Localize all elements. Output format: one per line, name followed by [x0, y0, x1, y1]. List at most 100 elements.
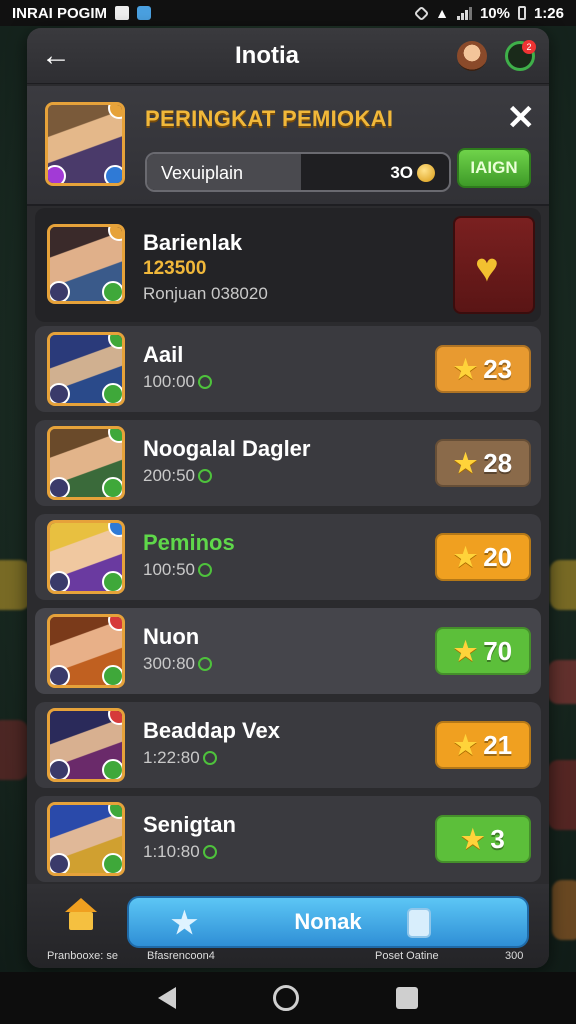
- card-icon: [407, 908, 431, 938]
- player-stats: 100:00: [143, 372, 212, 392]
- score-value: 70: [483, 635, 513, 666]
- battery-icon: [517, 6, 526, 20]
- reward-box[interactable]: ♥: [453, 216, 535, 314]
- class-badge: [50, 665, 70, 685]
- signal-icon: [456, 6, 472, 20]
- leaderboard-row[interactable]: Peminos 100:50 ★ 20: [35, 514, 541, 600]
- element-badge: [102, 571, 122, 591]
- leaderboard-row[interactable]: Senigtan 1:10:80 ★ 3: [35, 796, 541, 882]
- background-block: [552, 880, 576, 940]
- score-value: 20: [483, 541, 513, 572]
- star-icon: ★: [453, 635, 478, 666]
- score-button[interactable]: ★ 3: [435, 815, 531, 863]
- clock: 1:26: [533, 4, 564, 22]
- score-button[interactable]: ★ 21: [435, 721, 531, 769]
- search-value-group: 3O: [390, 163, 435, 183]
- star-icon: ★: [453, 541, 478, 572]
- player-avatar[interactable]: [47, 802, 125, 876]
- carrier-label: INRAI POGIM: [12, 4, 108, 22]
- bottom-label: 300: [505, 950, 524, 962]
- home-icon[interactable]: [61, 898, 101, 934]
- score-button[interactable]: ★ 23: [435, 345, 531, 393]
- gem-icon: [202, 845, 217, 859]
- battery-level: 10%: [479, 4, 510, 22]
- score-value: 28: [483, 447, 513, 478]
- player-stats: 1:22:80: [143, 748, 217, 768]
- chat-icon[interactable]: 2: [505, 39, 536, 71]
- page-title: Inotia: [235, 41, 299, 69]
- leaderboard-row[interactable]: Barienlak 123500 Ronjuan 038020 ♥: [35, 208, 541, 322]
- character-icon[interactable]: [457, 40, 487, 71]
- close-icon[interactable]: ✕: [507, 98, 536, 138]
- heart-icon: ♥: [475, 246, 499, 290]
- leaderboard-header: PERINGKAT PEMIOKAI ✕ Vexuiplain 3O: [27, 86, 549, 206]
- star-icon: ★: [461, 823, 485, 854]
- player-name: Barienlak: [143, 230, 243, 255]
- score-button[interactable]: ★ 70: [435, 627, 531, 675]
- search-input[interactable]: Vexuiplain 3O: [145, 152, 451, 192]
- player-name: Peminos: [143, 530, 235, 555]
- player-avatar[interactable]: [47, 426, 125, 500]
- background-block: [0, 720, 28, 780]
- arrow-left-icon[interactable]: ←: [41, 40, 77, 71]
- class-badge: [50, 759, 70, 779]
- score-button[interactable]: ★ 20: [435, 533, 531, 581]
- chat-badge: 2: [522, 39, 536, 54]
- background-block: [550, 560, 576, 610]
- element-badge: [102, 665, 122, 685]
- star-icon: ★: [171, 907, 198, 940]
- class-badge: [48, 165, 66, 183]
- system-nav-bar: [0, 972, 576, 1024]
- top-bar: ← Inotia 2: [27, 28, 549, 84]
- player-stats: 200:50: [143, 466, 212, 486]
- nav-home-icon[interactable]: [272, 985, 299, 1011]
- background-block: [0, 560, 30, 610]
- nfc-icon: [413, 5, 430, 21]
- player-stats: 100:50: [143, 560, 212, 580]
- main-action-label: Nonak: [294, 909, 362, 934]
- leaderboard-row[interactable]: Aail 100:00 ★ 23: [35, 326, 541, 412]
- score-value: 21: [483, 729, 513, 760]
- leaderboard-row[interactable]: Beaddap Vex 1:22:80 ★ 21: [35, 702, 541, 788]
- star-icon: ★: [453, 447, 478, 478]
- player-stat-value: 200:50: [143, 466, 195, 485]
- search-value: 3O: [390, 163, 413, 182]
- star-icon: ★: [453, 729, 478, 760]
- image-icon: [115, 6, 130, 20]
- player-name: Aail: [143, 342, 184, 367]
- player-avatar[interactable]: [47, 614, 125, 688]
- player-stat-value: 1:22:80: [143, 748, 200, 767]
- leaderboard-row[interactable]: Noogalal Dagler 200:50 ★ 28: [35, 420, 541, 506]
- player-stat-value: 1:10:80: [143, 842, 200, 861]
- gem-icon: [198, 657, 212, 671]
- element-badge: [102, 281, 122, 301]
- gem-icon: [198, 563, 212, 577]
- main-action-button[interactable]: ★ Nonak: [127, 896, 529, 948]
- go-button[interactable]: IAIGN: [457, 148, 531, 188]
- leaderboard-row[interactable]: Nuon 300:80 ★ 70: [35, 608, 541, 694]
- element-badge: [102, 853, 122, 873]
- player-avatar[interactable]: [45, 102, 125, 186]
- background-block: [548, 760, 576, 830]
- player-avatar[interactable]: [47, 332, 125, 406]
- player-avatar[interactable]: [47, 520, 125, 594]
- score-button[interactable]: ★ 28: [435, 439, 531, 487]
- player-name: Senigtan: [143, 812, 236, 837]
- class-badge: [50, 477, 70, 497]
- gem-icon: [198, 375, 212, 389]
- coin-icon: [417, 164, 435, 182]
- nav-back-icon[interactable]: [158, 987, 177, 1009]
- player-stat-value: 100:00: [143, 372, 195, 391]
- player-stats: Ronjuan 038020: [143, 284, 268, 303]
- player-avatar[interactable]: [47, 224, 125, 304]
- background-block: [548, 660, 576, 704]
- element-badge: [104, 165, 122, 183]
- search-placeholder: Vexuiplain: [161, 163, 244, 183]
- gem-icon: [198, 469, 212, 483]
- element-badge: [102, 383, 122, 403]
- player-avatar[interactable]: [47, 708, 125, 782]
- class-badge: [50, 281, 70, 301]
- score-value: 23: [483, 353, 513, 384]
- nav-recent-icon[interactable]: [395, 987, 418, 1009]
- class-badge: [50, 383, 70, 403]
